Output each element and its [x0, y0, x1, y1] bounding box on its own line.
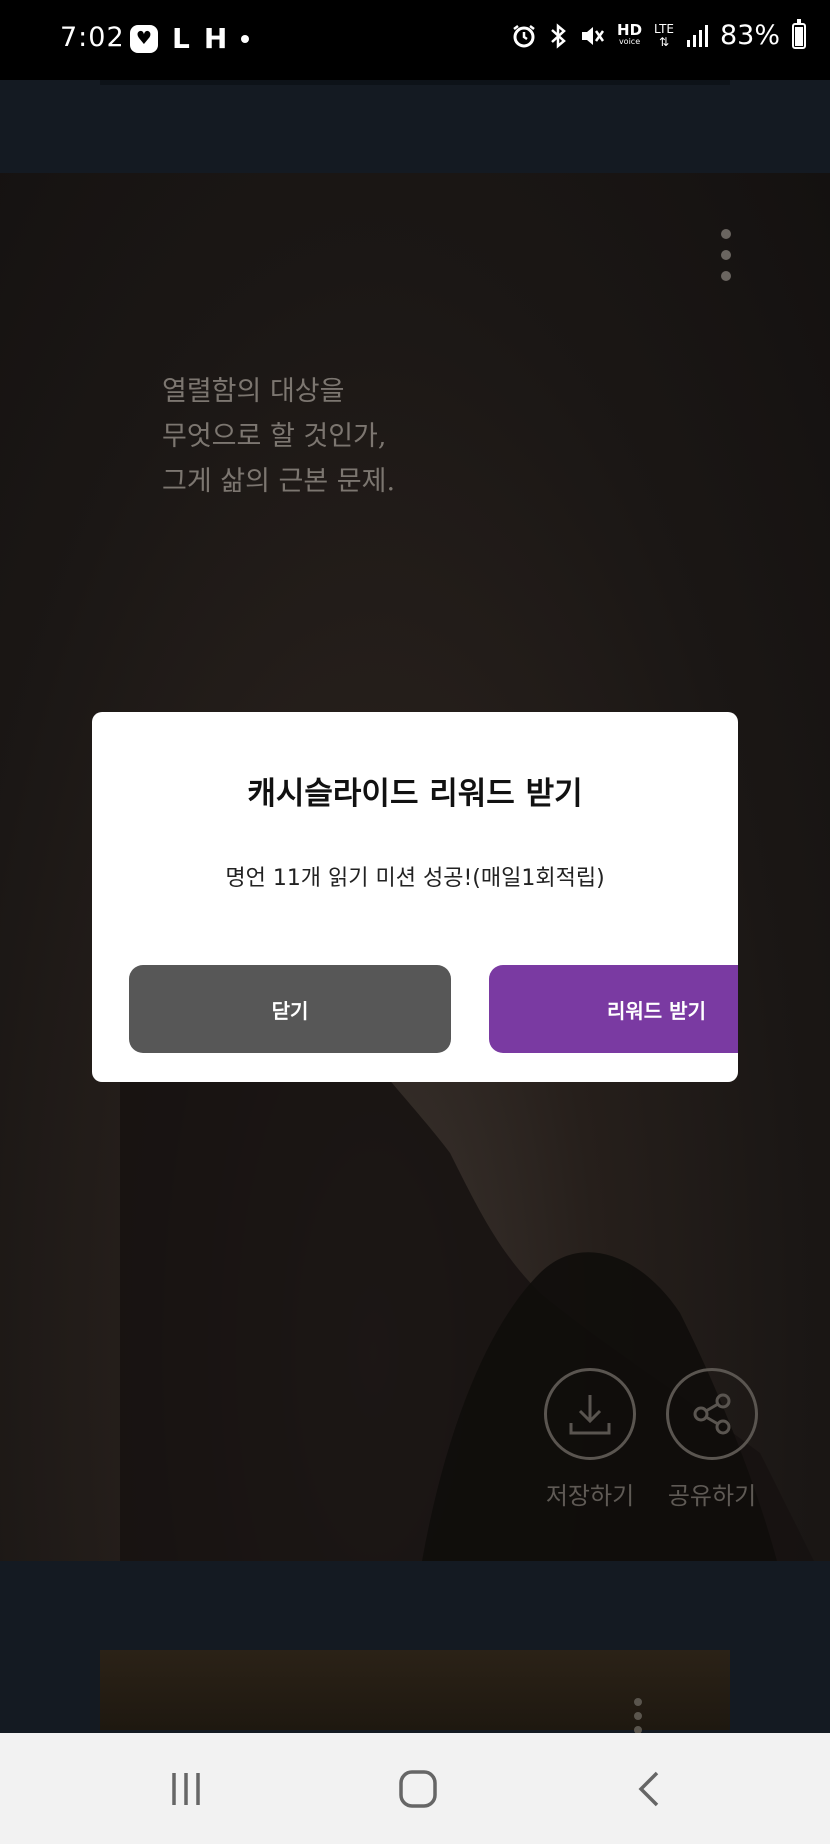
app-h-icon: H: [203, 22, 228, 55]
notification-icons: ♥ L H: [130, 22, 250, 55]
more-options-icon[interactable]: [718, 229, 734, 281]
signal-icon: [686, 24, 708, 47]
share-button[interactable]: 공유하기: [662, 1368, 762, 1511]
battery-icon: [792, 18, 806, 49]
home-button[interactable]: [388, 1763, 448, 1815]
home-icon: [399, 1770, 437, 1808]
voice-label: voice: [618, 36, 641, 46]
recent-apps-icon: [172, 1773, 200, 1805]
reward-dialog: 캐시슬라이드 리워드 받기 명언 11개 읽기 미션 성공!(매일1회적립) 닫…: [92, 712, 738, 1082]
mute-icon: [582, 26, 605, 45]
quote-text: 열렬함의 대상을 무엇으로 할 것인가, 그게 삶의 근본 문제.: [162, 369, 395, 504]
back-icon: [638, 1771, 659, 1807]
battery-percent: 83%: [719, 20, 780, 51]
dialog-title: 캐시슬라이드 리워드 받기: [247, 776, 583, 812]
lte-icon: LTE ⇅: [654, 21, 674, 49]
lte-label: LTE: [654, 21, 674, 36]
system-icons: HD voice LTE ⇅ 83%: [511, 18, 806, 51]
next-quote-card[interactable]: [100, 1650, 730, 1734]
quote-line: 무엇으로 할 것인가,: [162, 421, 387, 452]
bluetooth-icon: [551, 22, 566, 49]
status-bar: 7:02 ♥ L H HD voice LTE ⇅ 83%: [0, 0, 830, 80]
recent-apps-button[interactable]: [156, 1763, 216, 1815]
data-arrows-icon: ⇅: [658, 34, 670, 49]
back-button[interactable]: [620, 1763, 680, 1815]
hd-voice-icon: HD voice: [617, 20, 643, 48]
save-label: 저장하기: [545, 1482, 635, 1510]
quote-line: 열렬함의 대상을: [162, 376, 345, 407]
status-time: 7:02: [60, 22, 125, 53]
save-button[interactable]: 저장하기: [540, 1368, 640, 1511]
dialog-message: 명언 11개 읽기 미션 성공!(매일1회적립): [225, 866, 605, 891]
download-icon[interactable]: [544, 1368, 636, 1460]
quote-line: 그게 삶의 근본 문제.: [162, 466, 396, 497]
navigation-bar: [0, 1733, 830, 1844]
app-l-icon: L: [172, 22, 190, 55]
more-options-icon[interactable]: [634, 1698, 642, 1734]
battery-level-fill: [795, 27, 803, 46]
alarm-icon: [513, 24, 535, 47]
close-button[interactable]: 닫기: [129, 965, 451, 1053]
heart-app-icon: ♥: [130, 24, 158, 53]
more-notifications-dot-icon: [241, 34, 250, 43]
share-icon[interactable]: [666, 1368, 758, 1460]
share-label: 공유하기: [667, 1482, 757, 1510]
hd-label: HD: [617, 20, 643, 39]
get-reward-button[interactable]: 리워드 받기: [489, 965, 738, 1053]
